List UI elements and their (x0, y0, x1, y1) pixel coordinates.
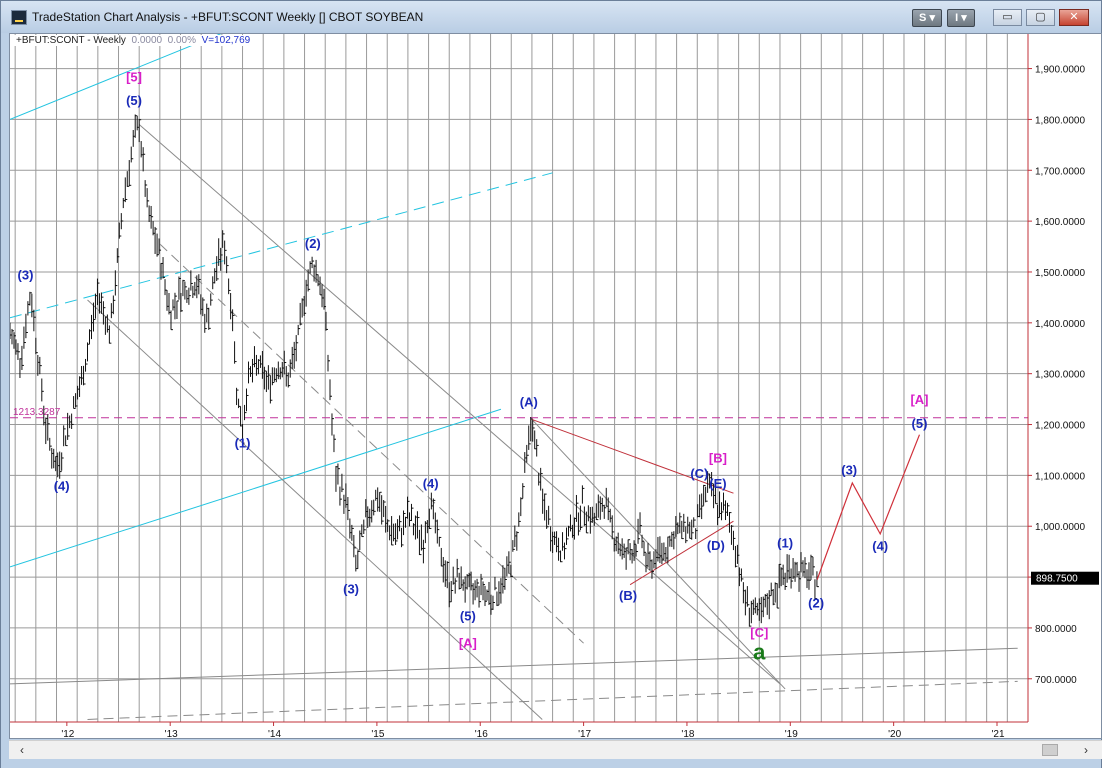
s-label: S (919, 12, 927, 24)
fib-level-label: 1213.3287 (13, 407, 61, 418)
scroll-right-button[interactable]: › (1077, 741, 1095, 759)
wave-label: (5) (460, 608, 476, 623)
trendline (159, 243, 584, 644)
wave-label: (5) (126, 93, 142, 108)
i-label: I (955, 12, 959, 24)
price-tick-label: 1,500.0000 (1035, 268, 1085, 279)
trendlines (10, 34, 1018, 720)
window-title: TradeStation Chart Analysis - +BFUT:SCON… (32, 10, 424, 24)
wave-label: [A] (910, 392, 928, 407)
trendline (10, 172, 553, 319)
trendline (138, 124, 781, 685)
wave-label: (4) (872, 539, 888, 554)
trendline (531, 419, 786, 690)
status-bar (1, 759, 1101, 768)
date-tick-label: '15 (371, 729, 384, 739)
maximize-button[interactable]: ▢ (1026, 9, 1055, 26)
date-tick-label: '21 (991, 729, 1004, 739)
date-tick-label: '16 (475, 729, 488, 739)
wave-label: (3) (18, 268, 34, 283)
wave-label: (4) (423, 476, 439, 491)
volume-value: V=102,769 (201, 35, 251, 46)
wave-label: (C) (690, 466, 708, 481)
wave-label: (1) (235, 435, 251, 450)
date-axis: '12 '13 '14 '15 '16 '17 '18 '19 '20 '21 (61, 722, 1005, 739)
wave-label: (3) (343, 581, 359, 596)
wave-label: (5) (912, 416, 928, 431)
last-price-label: 898.7500 (1036, 574, 1078, 585)
price-tick-label: 1,400.0000 (1035, 319, 1085, 330)
close-button[interactable]: ✕ (1059, 9, 1089, 26)
date-tick-label: '17 (578, 729, 591, 739)
trendline (531, 418, 734, 494)
wave-label: (3) (841, 462, 857, 477)
wave-label: (A) (520, 395, 538, 410)
i-menu-button[interactable]: I ▾ (947, 9, 975, 27)
horizontal-scrollbar[interactable]: ‹ › (9, 740, 1102, 759)
wave-label: (E) (709, 476, 726, 491)
price-tick-label: 1,100.0000 (1035, 471, 1085, 482)
scroll-left-button[interactable]: ‹ (13, 741, 31, 759)
symbol-info: +BFUT:SCONT - Weekly 0.0000 0.00% V=102,… (14, 35, 253, 46)
wave-label: (2) (305, 236, 321, 251)
wave-label: [C] (750, 625, 768, 640)
trendline (87, 299, 543, 720)
date-tick-label: '18 (681, 729, 694, 739)
wave-label: (1) (777, 536, 793, 551)
wave-labels: (3)(4)[5](5)(1)(2)(3)(4)(5)[A](A)(B)(C)[… (18, 69, 929, 664)
maximize-icon: ▢ (1035, 11, 1046, 23)
wave-label: a (753, 639, 766, 664)
price-axis: 1,900.0000 1,800.0000 1,700.0000 1,600.0000… (10, 34, 1099, 723)
minimize-icon: ▭ (1002, 11, 1013, 23)
minimize-button[interactable]: ▭ (993, 9, 1022, 26)
price-tick-label: 1,600.0000 (1035, 217, 1085, 228)
chevron-left-icon: ‹ (20, 743, 24, 757)
price-tick-label: 1,700.0000 (1035, 166, 1085, 177)
percent-change: 0.00% (167, 35, 197, 46)
date-tick-label: '12 (61, 729, 74, 739)
chart-app-icon (11, 10, 27, 25)
close-icon: ✕ (1069, 11, 1079, 23)
date-tick-label: '14 (268, 729, 281, 739)
wave-label: (B) (619, 588, 637, 603)
net-change: 0.0000 (131, 35, 163, 46)
wave-label: (2) (808, 596, 824, 611)
wave-label: [A] (459, 635, 477, 650)
chevron-down-icon: ▾ (961, 12, 967, 24)
chevron-down-icon: ▾ (929, 12, 935, 24)
date-tick-label: '13 (165, 729, 178, 739)
price-tick-label: 1,200.0000 (1035, 421, 1085, 432)
grid (10, 34, 1028, 722)
date-tick-label: '19 (785, 729, 798, 739)
s-menu-button[interactable]: S ▾ (912, 9, 942, 27)
date-tick-label: '20 (888, 729, 901, 739)
price-tick-label: 1,000.0000 (1035, 522, 1085, 533)
wave-label: (4) (54, 479, 70, 494)
wave-label: [5] (126, 69, 142, 84)
price-tick-label: 1,900.0000 (1035, 65, 1085, 76)
chevron-right-icon: › (1084, 743, 1088, 757)
symbol-label: +BFUT:SCONT - Weekly (16, 35, 126, 46)
price-tick-label: 800.0000 (1035, 624, 1077, 635)
chart-area[interactable]: 1213.3287 (3) (4) [5] (5) (1) (2) (3) (4) (5) [A]… (9, 33, 1102, 739)
price-chart[interactable]: 1213.3287 (3) (4) [5] (5) (1) (2) (3) (4) (5) [A]… (10, 34, 1102, 739)
scroll-thumb[interactable] (1042, 744, 1058, 756)
wave-label: (D) (707, 538, 725, 553)
price-tick-label: 700.0000 (1035, 675, 1077, 686)
price-tick-label: 1,300.0000 (1035, 370, 1085, 381)
chart-window: TradeStation Chart Analysis - +BFUT:SCON… (0, 0, 1102, 768)
price-tick-label: 1,800.0000 (1035, 115, 1085, 126)
wave-label: [B] (709, 451, 727, 466)
title-bar[interactable]: TradeStation Chart Analysis - +BFUT:SCON… (1, 1, 1101, 33)
